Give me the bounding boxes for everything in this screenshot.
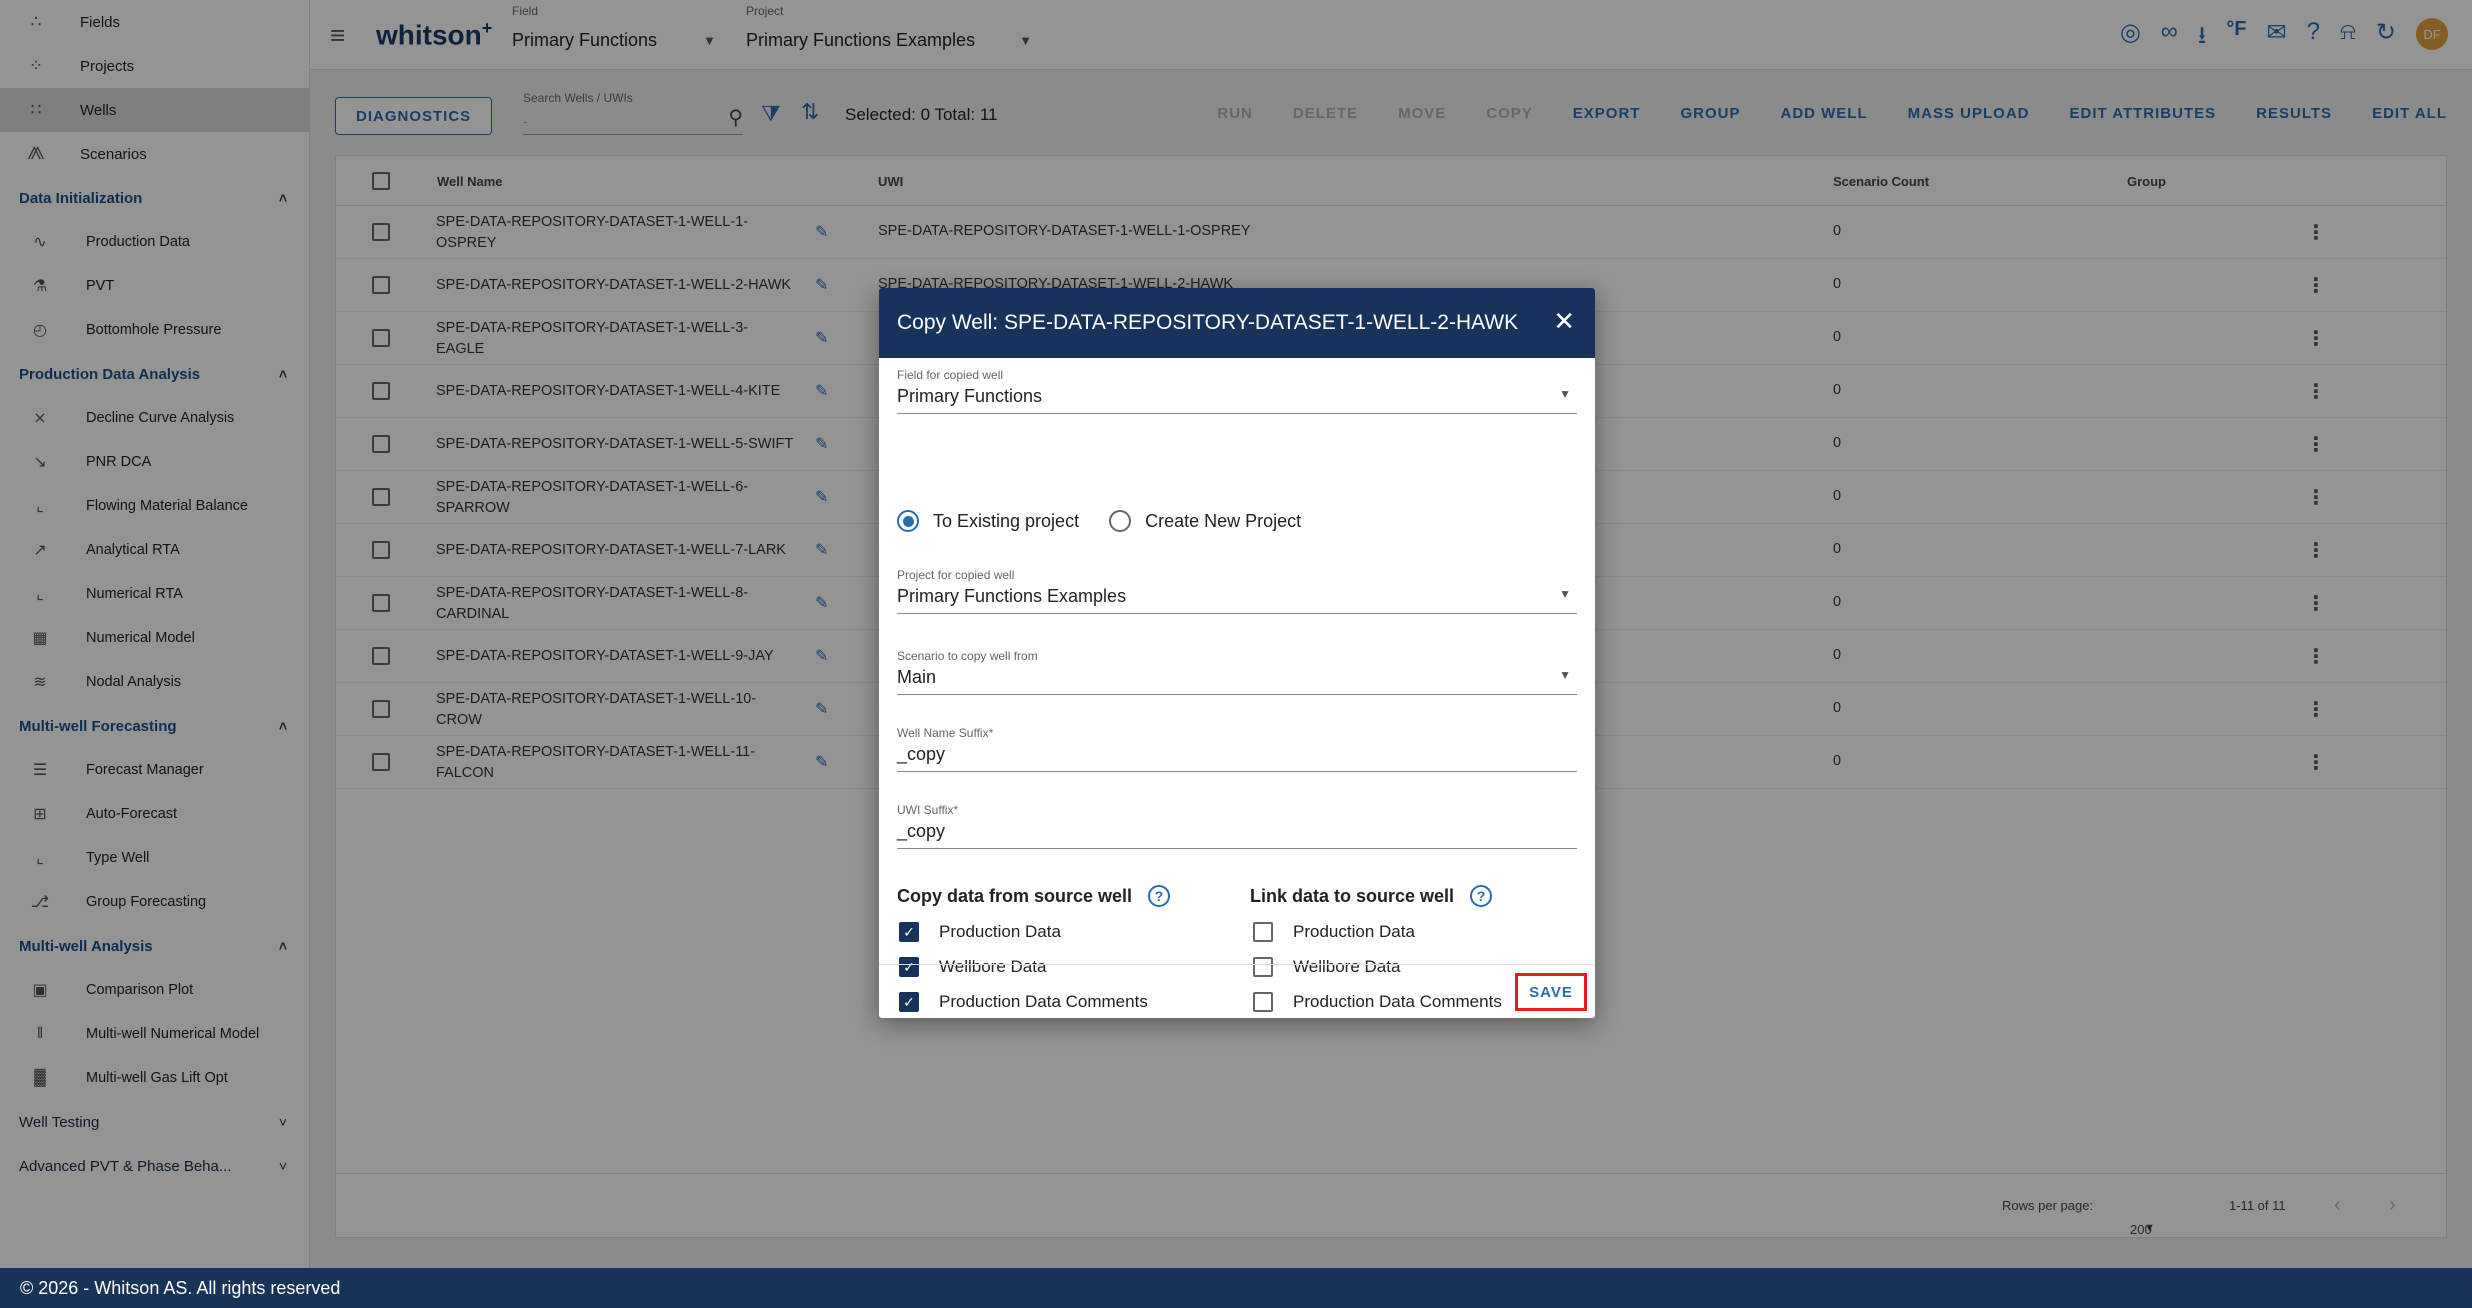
uwi-suffix-input[interactable]: UWI Suffix* _copy: [897, 803, 1577, 849]
field-value: _copy: [897, 821, 946, 841]
copy-production-data-checkbox[interactable]: ✓ Production Data: [899, 922, 1061, 942]
save-button[interactable]: SAVE: [1515, 973, 1587, 1011]
radio-checked-icon: [897, 510, 919, 532]
copy-data-heading: Copy data from source well ?: [897, 885, 1171, 907]
link-data-heading: Link data to source well ?: [1250, 885, 1493, 907]
dialog-title: Copy Well: SPE-DATA-REPOSITORY-DATASET-1…: [897, 311, 1519, 334]
radio-existing-project[interactable]: To Existing project: [897, 510, 1079, 532]
footer: © 2026 - Whitson AS. All rights reserved: [0, 1268, 2472, 1308]
field-label: Scenario to copy well from: [897, 649, 1038, 663]
radio-unchecked-icon: [1109, 510, 1132, 532]
help-icon[interactable]: ?: [1470, 885, 1493, 907]
field-value: Primary Functions Examples: [897, 586, 1127, 606]
help-icon[interactable]: ?: [1148, 885, 1171, 907]
dialog-footer: SAVE: [879, 964, 1595, 1018]
checkbox-checked-icon: ✓: [899, 922, 919, 942]
project-for-copied-well-select[interactable]: Project for copied well Primary Function…: [897, 568, 1577, 614]
field-value: Primary Functions: [897, 386, 1043, 406]
scenario-select[interactable]: Scenario to copy well from Main ▼: [897, 649, 1577, 695]
dialog-header: Copy Well: SPE-DATA-REPOSITORY-DATASET-1…: [879, 288, 1595, 358]
heading-text: Copy data from source well: [897, 885, 1133, 906]
heading-text: Link data to source well: [1250, 885, 1455, 906]
caret-down-icon: ▼: [1559, 668, 1571, 682]
checkbox-unchecked-icon: [1253, 922, 1273, 942]
close-icon[interactable]: ✕: [1553, 308, 1575, 334]
radio-new-project[interactable]: Create New Project: [1109, 510, 1301, 532]
copy-well-dialog: Copy Well: SPE-DATA-REPOSITORY-DATASET-1…: [879, 288, 1595, 1018]
field-value: _copy: [897, 744, 946, 764]
project-mode-radio-group: To Existing project Create New Project: [897, 510, 1301, 532]
well-name-suffix-input[interactable]: Well Name Suffix* _copy: [897, 726, 1577, 772]
field-for-copied-well-select[interactable]: Field for copied well Primary Functions …: [897, 368, 1577, 414]
field-label: Field for copied well: [897, 368, 1004, 382]
checkbox-label: Production Data: [1293, 922, 1415, 941]
radio-label: Create New Project: [1145, 510, 1302, 531]
radio-label: To Existing project: [933, 510, 1080, 531]
field-label: Well Name Suffix*: [897, 726, 994, 740]
field-value: Main: [897, 667, 937, 687]
caret-down-icon: ▼: [1559, 387, 1571, 401]
caret-down-icon: ▼: [1559, 587, 1571, 601]
link-production-data-checkbox[interactable]: Production Data: [1253, 922, 1415, 942]
checkbox-label: Production Data: [939, 922, 1061, 941]
field-label: Project for copied well: [897, 568, 1015, 582]
field-label: UWI Suffix*: [897, 803, 959, 817]
